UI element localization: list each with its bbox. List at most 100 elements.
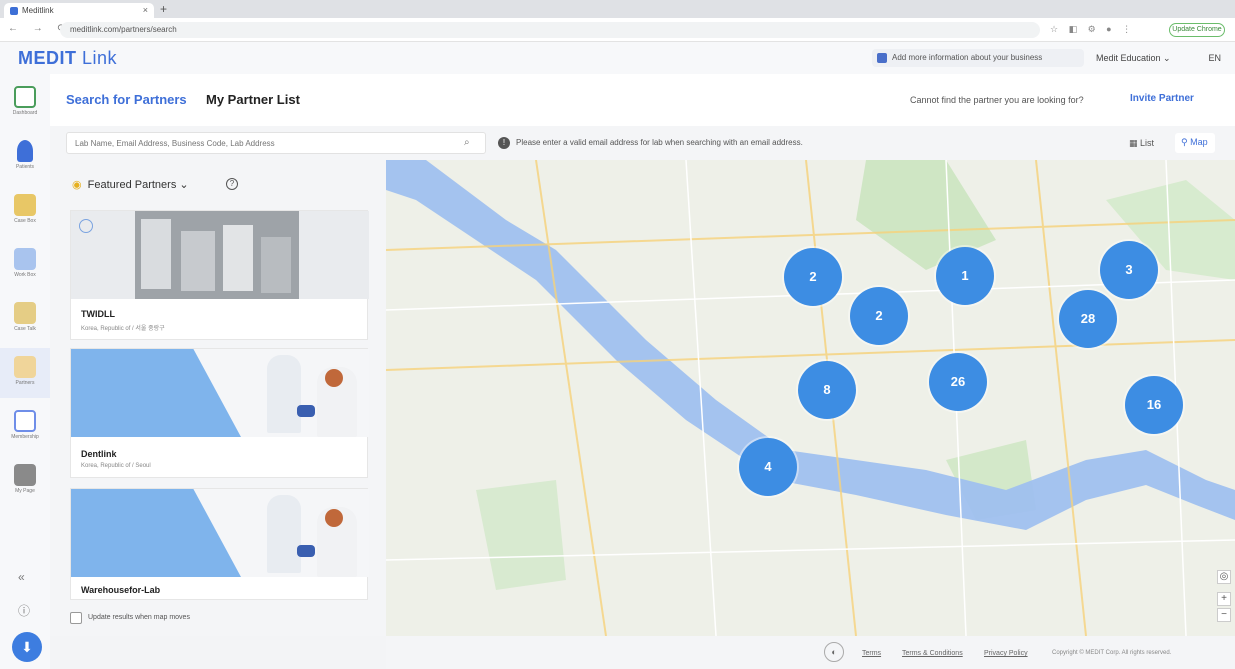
medit-link-logo[interactable]: MEDIT Link xyxy=(18,48,117,69)
chevron-down-icon: ⌄ xyxy=(179,179,189,191)
case-talk-icon xyxy=(14,302,36,324)
footer-link-privacy-policy[interactable]: Privacy Policy xyxy=(984,650,1028,657)
sidebar-item-membership[interactable]: Membership xyxy=(0,402,50,452)
search-input[interactable] xyxy=(66,132,486,154)
update-on-map-move-checkbox[interactable] xyxy=(70,612,82,624)
partner-location: Korea, Republic of / 서울 중랑구 xyxy=(81,326,165,332)
map-view-toggle[interactable]: ⚲ Map xyxy=(1175,133,1215,153)
sidebar-item-label: Case Talk xyxy=(14,326,36,332)
map-cluster[interactable]: 28 xyxy=(1059,290,1117,348)
sidebar-item-label: Membership xyxy=(11,434,39,440)
location-pin-icon: ◉ xyxy=(72,179,82,191)
sidebar-item-label: Dashboard xyxy=(12,110,38,116)
sidebar-item-partners[interactable]: Partners xyxy=(0,348,50,398)
map-view-label: Map xyxy=(1190,137,1208,147)
partner-name: Dentlink xyxy=(81,449,117,459)
logo-sub: Link xyxy=(76,48,118,68)
sidebar-item-label: Case Box xyxy=(14,218,36,224)
chat-icon[interactable]: ◐ xyxy=(824,642,844,662)
page-header: Search for Partners My Partner List Cann… xyxy=(50,74,1235,126)
map-cluster[interactable]: 16 xyxy=(1125,376,1183,434)
sidebar-item-my-page[interactable]: My Page xyxy=(0,456,50,506)
location-icon[interactable]: ◎ xyxy=(1217,570,1231,584)
partner-name: TWIDLL xyxy=(81,309,115,319)
copyright-text: Copyright © MEDIT Corp. All rights reser… xyxy=(1052,650,1172,656)
sidebar-item-work-box[interactable]: Work Box xyxy=(0,240,50,290)
featured-partners-label: Featured Partners xyxy=(87,179,177,191)
new-tab-icon[interactable]: + xyxy=(160,2,167,16)
business-info-banner[interactable]: Add more information about your business xyxy=(872,49,1084,67)
tab-my-partner-list[interactable]: My Partner List xyxy=(206,92,300,107)
browser-tab-strip: Meditlink × + xyxy=(0,0,1235,18)
list-view-label: List xyxy=(1140,138,1155,148)
partner-photo xyxy=(71,211,369,299)
address-bar[interactable]: meditlink.com/partners/search xyxy=(60,22,1040,38)
organization-name: Medit Education xyxy=(1096,53,1161,63)
sidebar-item-case-box[interactable]: Case Box xyxy=(0,186,50,236)
search-icon[interactable]: ⌕ xyxy=(464,137,470,148)
partners-icon xyxy=(14,356,36,378)
partner-map[interactable]: 2 2 1 3 28 8 26 16 4 ◎ + − xyxy=(386,160,1235,636)
close-tab-icon[interactable]: × xyxy=(143,5,148,15)
folder-icon xyxy=(14,194,36,216)
business-icon xyxy=(877,53,887,63)
cannot-find-text: Cannot find the partner you are looking … xyxy=(910,95,1084,105)
search-row: ⌕ ! Please enter a valid email address f… xyxy=(50,126,1235,160)
organization-menu[interactable]: Medit Education ⌄ xyxy=(1096,53,1171,64)
patient-icon xyxy=(17,140,33,162)
invite-partner-link[interactable]: Invite Partner xyxy=(1130,93,1194,104)
browser-tab-title: Meditlink xyxy=(22,6,54,15)
sidebar-item-label: My Page xyxy=(15,488,35,494)
info-icon[interactable]: ⓘ xyxy=(18,602,30,619)
help-icon[interactable]: ? xyxy=(226,178,238,190)
business-info-text: Add more information about your business xyxy=(892,53,1043,62)
map-cluster[interactable]: 26 xyxy=(929,353,987,411)
zoom-out-button[interactable]: − xyxy=(1217,608,1231,622)
zoom-in-button[interactable]: + xyxy=(1217,592,1231,606)
dashboard-icon xyxy=(14,86,36,108)
sidebar-item-patients[interactable]: Patients xyxy=(0,132,50,182)
map-cluster[interactable]: 8 xyxy=(798,361,856,419)
sidebar-item-label: Work Box xyxy=(14,272,36,278)
favicon-icon xyxy=(10,7,18,15)
browser-tab[interactable]: Meditlink × xyxy=(4,3,154,18)
map-cluster[interactable]: 1 xyxy=(936,247,994,305)
user-icon xyxy=(14,464,36,486)
browser-toolbar: ← → ⟳ meditlink.com/partners/search ☆ ◧ … xyxy=(0,18,1235,42)
partner-name: Warehousefor-Lab xyxy=(81,585,161,595)
partner-card[interactable]: Dentlink Korea, Republic of / Seoul xyxy=(70,348,369,478)
tab-search-for-partners[interactable]: Search for Partners xyxy=(66,92,187,107)
partner-card[interactable]: TWIDLL Korea, Republic of / 서울 중랑구 xyxy=(70,210,369,340)
bookmark-icon[interactable] xyxy=(79,219,93,233)
map-cluster[interactable]: 2 xyxy=(850,287,908,345)
search-warning-text: Please enter a valid email address for l… xyxy=(516,138,803,147)
footer-link-terms-conditions[interactable]: Terms & Conditions xyxy=(902,650,963,657)
sidebar-item-case-talk[interactable]: Case Talk xyxy=(0,294,50,344)
collapse-sidebar-icon[interactable]: « xyxy=(18,570,25,584)
language-selector[interactable]: EN xyxy=(1208,53,1221,63)
partner-card[interactable]: Warehousefor-Lab xyxy=(70,488,369,600)
footer: ◐ Terms Terms & Conditions Privacy Polic… xyxy=(386,636,1235,669)
partner-photo xyxy=(71,349,369,437)
work-box-icon xyxy=(14,248,36,270)
app-header: MEDIT Link Add more information about yo… xyxy=(0,42,1235,74)
footer-link-terms[interactable]: Terms xyxy=(862,650,881,657)
sidebar-item-label: Partners xyxy=(15,380,35,386)
map-pin-icon: ⚲ xyxy=(1181,137,1188,147)
list-icon: ▦ xyxy=(1129,138,1138,148)
profile-button[interactable]: Update Chrome xyxy=(1169,23,1225,37)
sidebar-item-dashboard[interactable]: Dashboard xyxy=(0,78,50,128)
warning-icon: ! xyxy=(498,137,510,149)
update-on-map-move-label: Update results when map moves xyxy=(88,614,190,621)
sidebar-item-label: Patients xyxy=(15,164,35,170)
partner-photo xyxy=(71,489,369,577)
map-cluster[interactable]: 2 xyxy=(784,248,842,306)
sidebar: Dashboard Patients Case Box Work Box Cas… xyxy=(0,74,50,669)
map-cluster[interactable]: 3 xyxy=(1100,241,1158,299)
featured-partners-dropdown[interactable]: ◉ Featured Partners ⌄ xyxy=(72,178,189,191)
extension-icons[interactable]: ☆ ◧ ⚙ ● ⋮ xyxy=(1050,24,1135,35)
logo-main: MEDIT xyxy=(18,48,77,68)
list-view-toggle[interactable]: ▦ List xyxy=(1129,138,1154,149)
download-button[interactable]: ⬇ xyxy=(12,632,42,662)
map-cluster[interactable]: 4 xyxy=(739,438,797,496)
